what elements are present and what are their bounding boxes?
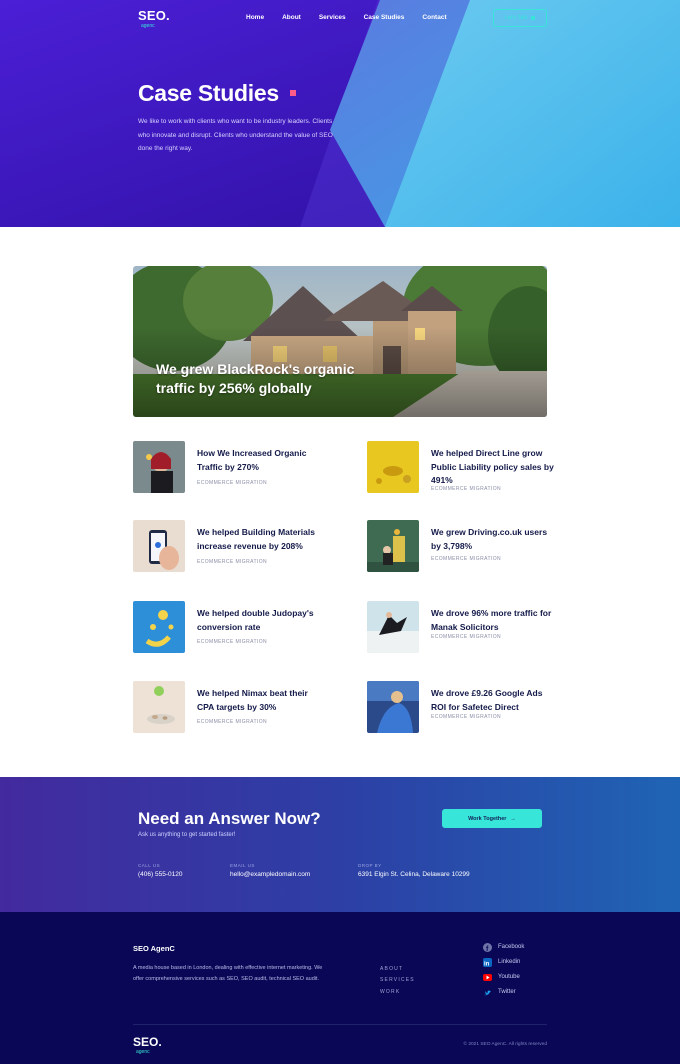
nav-case-studies[interactable]: Case Studies [364, 14, 405, 21]
featured-case-card[interactable]: We grew BlackRock's organic traffic by 2… [133, 266, 547, 417]
main-nav: Home About Services Case Studies Contact [246, 14, 465, 21]
case-item[interactable]: We helped Nimax beat their CPA targets b… [133, 681, 333, 733]
footer-logo-main: SEO. [133, 1035, 162, 1049]
address: 6391 Elgin St. Celina, Delaware 10299 [358, 871, 470, 878]
social-linkedin[interactable]: in Linkedin [483, 957, 524, 967]
email-us-label: EMAIL US [230, 863, 255, 868]
social-youtube-label: Youtube [498, 974, 520, 980]
footer-link-services[interactable]: SERVICES [380, 977, 415, 983]
email-us-block: EMAIL US hello@exampledomain.com [230, 863, 310, 878]
facebook-icon: f [483, 942, 492, 952]
case-thumbnail [367, 441, 419, 493]
case-tag: ECOMMERCE MIGRATION [197, 559, 268, 565]
svg-text:in: in [484, 961, 490, 967]
work-together-button[interactable]: Work Together → [442, 809, 542, 828]
case-thumbnail [133, 601, 185, 653]
chat-icon [531, 16, 536, 20]
social-facebook-label: Facebook [498, 944, 525, 950]
nav-contact[interactable]: Contact [422, 14, 446, 21]
call-us-block: CALL US (406) 555-0120 [138, 863, 182, 878]
nav-home[interactable]: Home [246, 14, 264, 21]
case-thumbnail [133, 520, 185, 572]
case-tag: ECOMMERCE MIGRATION [197, 719, 268, 725]
case-item[interactable]: We drove £9.26 Google Ads ROI for Safete… [367, 681, 567, 733]
case-thumbnail [367, 601, 419, 653]
case-thumbnail [133, 441, 185, 493]
logo-sub-text: agenc [141, 23, 155, 29]
copyright: © 2021 SEO AgenC. All rights reserved [463, 1042, 547, 1047]
case-thumbnail [133, 681, 185, 733]
featured-case-title: We grew BlackRock's organic traffic by 2… [156, 361, 355, 396]
case-title: We helped Building Materials increase re… [197, 527, 315, 551]
hero-section: SEO. agenc Home About Services Case Stud… [0, 0, 680, 227]
site-footer: SEO AgenC A media house based in London,… [0, 912, 680, 1064]
nav-about[interactable]: About [282, 14, 301, 21]
social-facebook[interactable]: f Facebook [483, 942, 524, 952]
case-tag: ECOMMERCE MIGRATION [431, 714, 502, 720]
social-links: f Facebook in Linkedin Youtube Twitter [483, 942, 524, 1002]
case-item[interactable]: How We Increased Organic Traffic by 270%… [133, 441, 333, 493]
case-title: How We Increased Organic Traffic by 270% [197, 448, 307, 472]
case-title: We helped Direct Line grow Public Liabil… [431, 448, 554, 485]
footer-links: ABOUT SERVICES WORK [380, 966, 415, 1000]
lets-talk-label: Let's Talk [504, 15, 528, 21]
contact-cta-section: Need an Answer Now? Ask us anything to g… [0, 777, 680, 912]
case-item[interactable]: We helped Building Materials increase re… [133, 520, 333, 572]
case-thumbnail [367, 681, 419, 733]
email-address[interactable]: hello@exampledomain.com [230, 871, 310, 878]
social-twitter-label: Twitter [498, 989, 516, 995]
logo-main-text: SEO. [138, 8, 170, 23]
lets-talk-button[interactable]: Let's Talk [493, 9, 547, 27]
social-twitter[interactable]: Twitter [483, 987, 524, 997]
nav-services[interactable]: Services [319, 14, 346, 21]
case-tag: ECOMMERCE MIGRATION [197, 480, 268, 486]
work-together-label: Work Together [468, 815, 507, 822]
cta-title: Need an Answer Now? [138, 809, 321, 828]
hero-background [0, 0, 680, 227]
brand-logo[interactable]: SEO. agenc [138, 8, 170, 30]
footer-link-work[interactable]: WORK [380, 989, 415, 995]
phone-number[interactable]: (406) 555-0120 [138, 871, 182, 878]
case-title: We drove 96% more traffic for Manak Soli… [431, 608, 552, 632]
footer-logo-sub: agenc [136, 1049, 150, 1055]
case-item[interactable]: We grew Driving.co.uk users by 3,798% EC… [367, 520, 567, 572]
cta-subtitle: Ask us anything to get started faster! [138, 832, 236, 838]
svg-text:f: f [486, 946, 489, 952]
case-title: We helped Nimax beat their CPA targets b… [197, 688, 308, 712]
case-item[interactable]: We drove 96% more traffic for Manak Soli… [367, 601, 567, 653]
twitter-icon [483, 988, 492, 997]
linkedin-icon: in [483, 957, 492, 967]
case-tag: ECOMMERCE MIGRATION [431, 486, 502, 492]
page-title: Case Studies [138, 80, 279, 106]
call-us-label: CALL US [138, 863, 161, 868]
social-linkedin-label: Linkedin [498, 959, 521, 965]
case-tag: ECOMMERCE MIGRATION [431, 634, 502, 640]
case-thumbnail [367, 520, 419, 572]
footer-description: A media house based in London, dealing w… [133, 965, 323, 982]
case-title: We helped double Judopay's conversion ra… [197, 608, 314, 632]
hero-description: We like to work with clients who want to… [138, 118, 333, 152]
footer-link-about[interactable]: ABOUT [380, 966, 415, 972]
case-item[interactable]: We helped double Judopay's conversion ra… [133, 601, 333, 653]
footer-brand-name: SEO AgenC [133, 944, 175, 953]
case-tag: ECOMMERCE MIGRATION [431, 556, 502, 562]
social-youtube[interactable]: Youtube [483, 972, 524, 982]
arrow-right-icon: → [510, 815, 516, 822]
drop-by-block: DROP BY 6391 Elgin St. Celina, Delaware … [358, 863, 470, 878]
footer-logo[interactable]: SEO. agenc [133, 1035, 162, 1056]
case-tag: ECOMMERCE MIGRATION [197, 639, 268, 645]
case-item[interactable]: We helped Direct Line grow Public Liabil… [367, 441, 567, 493]
title-accent-square [290, 90, 296, 96]
drop-by-label: DROP BY [358, 863, 382, 868]
footer-divider [133, 1024, 547, 1025]
case-title: We drove £9.26 Google Ads ROI for Safete… [431, 688, 543, 712]
youtube-icon [483, 973, 492, 981]
case-title: We grew Driving.co.uk users by 3,798% [431, 527, 548, 551]
